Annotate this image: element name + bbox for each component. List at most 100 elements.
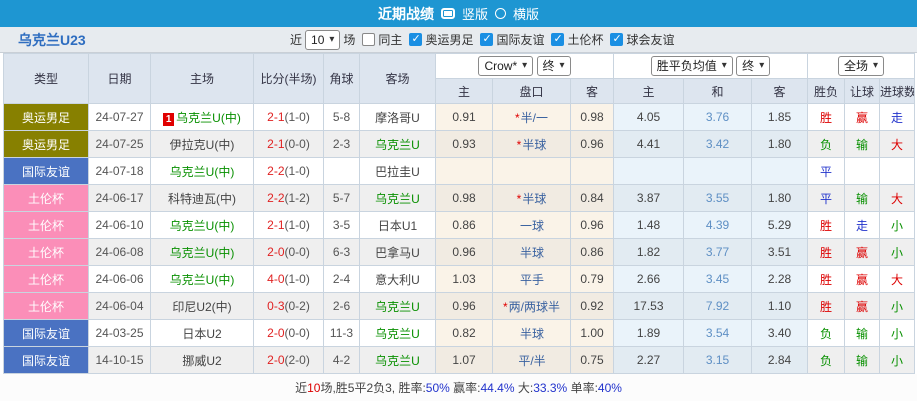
col-header-type: 类型 — [3, 53, 89, 104]
olympic-label[interactable]: 奥运男足 — [425, 31, 473, 48]
match-count-select[interactable]: 10 ▾ — [305, 29, 341, 50]
same-host-label[interactable]: 同主 — [378, 31, 402, 48]
away-team-link[interactable]: 巴拿马U — [375, 246, 420, 260]
horizontal-layout-label[interactable]: 横版 — [513, 4, 539, 23]
club-friendly-label[interactable]: 球会友谊 — [626, 31, 674, 48]
header-row-groups: 类型 日期 主场 比分(半场) 角球 客场 Crow* ▾ 终 ▾ 胜平负均值 ▾ 终… — [3, 53, 916, 104]
goals-result-cell: 大 — [879, 130, 916, 158]
away-team-cell: 日本U1 — [359, 211, 436, 239]
goals-result-cell: 小 — [879, 319, 916, 347]
odds-away: 0.75 — [570, 346, 614, 374]
home-team-link[interactable]: 伊拉克U(中) — [170, 138, 235, 152]
home-team-link[interactable]: 乌克兰U(中) — [170, 219, 235, 233]
handicap-star: * — [514, 110, 520, 125]
team-name: 乌克兰U23 — [18, 31, 86, 48]
away-team-link[interactable]: 乌克兰U — [375, 192, 420, 206]
avg-draw: 4.39 — [683, 211, 752, 239]
col-header-avg-draw: 和 — [683, 78, 752, 104]
home-team-link[interactable]: 日本U2 — [182, 327, 221, 341]
home-team-link[interactable]: 挪威U2 — [182, 354, 221, 368]
away-team-cell: 乌克兰U — [359, 130, 436, 158]
avg-draw: 3.55 — [683, 184, 752, 212]
col-header-score: 比分(半场) — [253, 53, 324, 104]
avg-away: 1.10 — [750, 292, 809, 320]
away-team-link[interactable]: 乌克兰U — [375, 300, 420, 314]
away-team-link[interactable]: 意大利U — [375, 273, 420, 287]
home-team-link[interactable]: 乌克兰U(中) — [170, 165, 235, 179]
avg-draw: 7.92 — [683, 292, 752, 320]
table-row: 土伦杯 24-06-08 乌克兰U(中) 2-0(0-0) 6-3 巴拿马U 0… — [3, 238, 916, 266]
score-cell: 2-1(0-0) — [253, 130, 324, 158]
odds-company-select[interactable]: Crow* ▾ — [478, 56, 534, 76]
away-team-link[interactable]: 日本U1 — [378, 219, 417, 233]
spread-result-cell: 赢 — [844, 238, 881, 266]
vertical-layout-radio[interactable] — [440, 8, 455, 19]
home-team-cell: 乌克兰U(中) — [150, 157, 254, 185]
avg-draw: 3.54 — [683, 319, 752, 347]
score-cell: 2-0(0-0) — [253, 319, 324, 347]
title-bar: 近期战绩 竖版 横版 — [0, 0, 917, 27]
summary-segment: 场,胜5平2负3, 胜率: — [320, 381, 426, 395]
home-team-link[interactable]: 印尼U2(中) — [172, 300, 231, 314]
chevron-down-icon: ▾ — [329, 33, 335, 45]
club-friendly-checkbox[interactable] — [610, 32, 624, 46]
col-header-result: 胜负 — [807, 78, 846, 104]
match-type: 奥运男足 — [3, 103, 89, 131]
odds-home: 0.96 — [435, 292, 493, 320]
col-header-corner: 角球 — [323, 53, 360, 104]
away-team-cell: 摩洛哥U — [359, 103, 436, 131]
away-team-link[interactable]: 乌克兰U — [375, 354, 420, 368]
intl-friendly-checkbox[interactable] — [480, 32, 494, 46]
score-cell: 2-2(1-2) — [253, 184, 324, 212]
avg-home: 2.27 — [613, 346, 684, 374]
table-row: 国际友谊 14-10-15 挪威U2 2-0(2-0) 4-2 乌克兰U 1.0… — [3, 346, 916, 374]
home-team-cell: 印尼U2(中) — [150, 292, 254, 320]
avg-time-select[interactable]: 终 ▾ — [736, 56, 771, 76]
home-team-link[interactable]: 乌克兰U(中) — [176, 111, 241, 125]
result-cell: 胜 — [807, 265, 846, 293]
away-team-link[interactable]: 乌克兰U — [375, 138, 420, 152]
away-team-cell: 乌克兰U — [359, 184, 436, 212]
away-team-link[interactable]: 摩洛哥U — [375, 111, 420, 125]
avg-home — [613, 157, 684, 185]
chevron-down-icon: ▾ — [873, 60, 879, 71]
same-host-checkbox[interactable] — [362, 33, 376, 46]
odds-time-select[interactable]: 终 ▾ — [536, 56, 571, 76]
odds-home: 1.07 — [435, 346, 493, 374]
odds-away — [570, 157, 614, 185]
spread-result-cell: 输 — [844, 346, 881, 374]
home-team-link[interactable]: 科特迪瓦(中) — [168, 192, 236, 206]
home-team-link[interactable]: 乌克兰U(中) — [170, 273, 235, 287]
vertical-layout-label[interactable]: 竖版 — [462, 4, 488, 23]
away-team-link[interactable]: 乌克兰U — [375, 327, 420, 341]
away-team-link[interactable]: 巴拉圭U — [375, 165, 420, 179]
score-cell: 2-1(1-0) — [253, 103, 324, 131]
odds-home: 1.03 — [435, 265, 493, 293]
match-type: 土伦杯 — [3, 184, 89, 212]
handicap-cell: 一球 — [492, 211, 571, 239]
scope-select[interactable]: 全场 ▾ — [838, 56, 885, 76]
horizontal-layout-radio[interactable] — [495, 8, 506, 19]
result-cell: 胜 — [807, 211, 846, 239]
result-cell: 平 — [807, 157, 846, 185]
intl-friendly-label[interactable]: 国际友谊 — [496, 31, 544, 48]
odds-away: 0.98 — [570, 103, 614, 131]
table-row: 国际友谊 24-03-25 日本U2 2-0(0-0) 11-3 乌克兰U 0.… — [3, 319, 916, 347]
odds-away: 0.96 — [570, 211, 614, 239]
match-date: 24-06-08 — [88, 238, 151, 266]
col-header-spread: 让球 — [844, 78, 881, 104]
toulon-checkbox[interactable] — [551, 32, 565, 46]
avg-type-select[interactable]: 胜平负均值 ▾ — [650, 56, 733, 76]
col-header-home: 主场 — [150, 53, 254, 104]
odds-home: 0.96 — [435, 238, 493, 266]
avg-home: 3.87 — [613, 184, 684, 212]
avg-away: 1.80 — [750, 184, 809, 212]
home-team-link[interactable]: 乌克兰U(中) — [170, 246, 235, 260]
result-cell: 平 — [807, 184, 846, 212]
olympic-checkbox[interactable] — [409, 32, 423, 46]
avg-draw: 3.42 — [683, 130, 752, 158]
avg-away: 5.29 — [750, 211, 809, 239]
toulon-label[interactable]: 土伦杯 — [567, 31, 603, 48]
score-cell: 0-3(0-2) — [253, 292, 324, 320]
match-date: 24-06-10 — [88, 211, 151, 239]
